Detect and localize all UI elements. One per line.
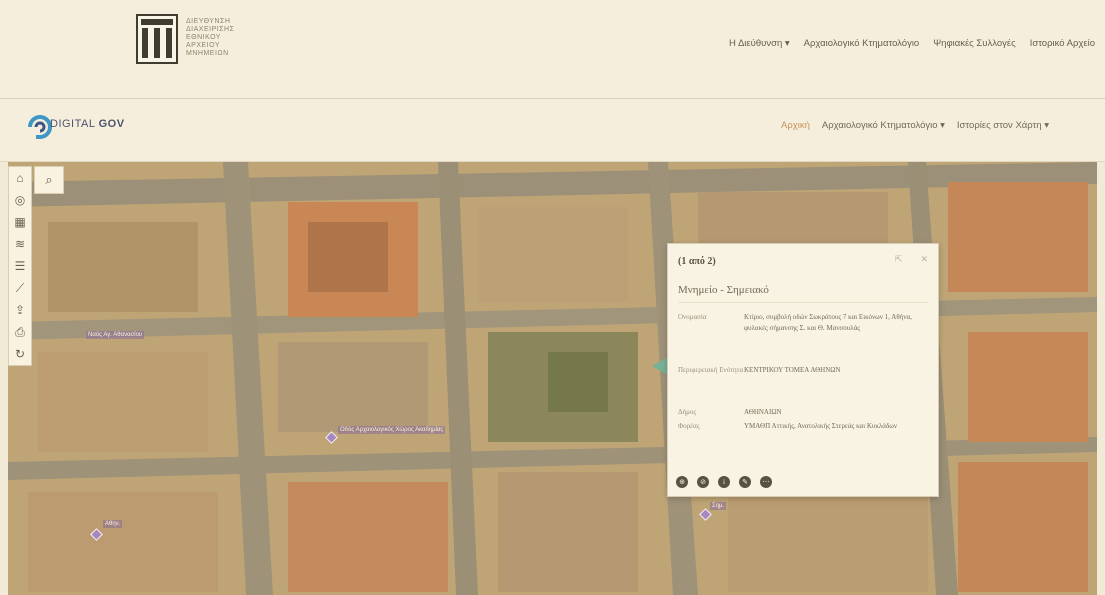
- map-label[interactable]: Οδός Αρχαιολογικός Χώρος Ακαδημίας: [338, 426, 446, 434]
- zoom-to-icon[interactable]: ⊕: [676, 476, 688, 488]
- top-header: ΔΙΕΥΘΥΝΣΗ ΔΙΑΧΕΙΡΙΣΗΣ ΕΘΝΙΚΟΥ ΑΡΧΕΙΟΥ ΜΝ…: [0, 0, 1105, 99]
- layers-icon[interactable]: ≋: [9, 233, 31, 255]
- org-name-line: ΑΡΧΕΙΟΥ: [186, 42, 221, 49]
- share-icon[interactable]: ⇪: [9, 299, 31, 321]
- dock-icon[interactable]: ⇱: [895, 254, 903, 265]
- org-name: ΔΙΕΥΘΥΝΣΗ ΔΙΑΧΕΙΡΙΣΗΣ ΕΘΝΙΚΟΥ ΑΡΧΕΙΟΥ ΜΝ…: [186, 18, 234, 58]
- nav-home[interactable]: Αρχική: [781, 120, 810, 131]
- more-options-icon[interactable]: ⋯: [760, 476, 772, 488]
- nav-cadastre[interactable]: Αρχαιολογικό Κτηματολόγιο ▾: [822, 120, 945, 131]
- close-icon[interactable]: ✕: [920, 254, 928, 265]
- attribute-key: Περιφερειακή Ενότητα: [678, 366, 744, 374]
- attribute-row: Φορέας ΥΜΑΘΠ Αττικής, Ανατολικής Στερεάς…: [678, 421, 928, 432]
- nav-digital-collections[interactable]: Ψηφιακές Συλλογές: [933, 38, 1015, 49]
- attribute-value: ΚΕΝΤΡΙΚΟΥ ΤΟΜΕΑ ΑΘΗΝΩΝ: [744, 366, 841, 374]
- attribute-key: Ονομασία: [678, 313, 707, 321]
- popup-divider: [678, 302, 928, 303]
- map-label[interactable]: Αθην.: [103, 520, 123, 528]
- nav-historical-archive[interactable]: Ιστορικό Αρχείο: [1030, 38, 1095, 49]
- popup-actions: ⊕ ⊘ i ✎ ⋯: [676, 476, 772, 488]
- popup-title: Μνημείο - Σημειακό: [678, 284, 769, 296]
- refresh-icon[interactable]: ↻: [9, 343, 31, 365]
- popup-feature-count: (1 από 2): [678, 256, 716, 267]
- locate-icon[interactable]: ◎: [9, 189, 31, 211]
- wordmark-digital: DIGITAL: [50, 118, 96, 130]
- popup-pointer: [652, 357, 668, 375]
- popup-window-tools: ⇱ ✕: [895, 254, 928, 265]
- attribute-row: Δήμος ΑΘΗΝΑΙΩΝ: [678, 407, 928, 418]
- top-nav: Η Διεύθυνση ▾ Αρχαιολογικό Κτηματολόγιο …: [729, 38, 1095, 49]
- org-name-line: ΕΘΝΙΚΟΥ: [186, 34, 221, 41]
- org-name-line: ΔΙΑΧΕΙΡΙΣΗΣ: [186, 26, 235, 33]
- ministry-logo-icon: [136, 14, 178, 64]
- link-icon[interactable]: ⊘: [697, 476, 709, 488]
- edit-pencil-icon[interactable]: ✎: [739, 476, 751, 488]
- info-icon[interactable]: i: [718, 476, 730, 488]
- attribute-row: Ονομασία Κτίριο, συμβολή οδών Σωκράτους …: [678, 312, 928, 334]
- digital-gov-wordmark: DIGITAL GOV: [50, 118, 125, 130]
- attribute-value: ΑΘΗΝΑΙΩΝ: [744, 408, 782, 416]
- nav-directorate[interactable]: Η Διεύθυνση ▾: [729, 38, 790, 49]
- print-icon[interactable]: ⎙: [9, 321, 31, 343]
- wordmark-gov: GOV: [98, 118, 125, 130]
- map-search-icon[interactable]: ⌕: [34, 166, 64, 194]
- attribute-key: Φορέας: [678, 422, 700, 430]
- nav-archaeological-cadastre[interactable]: Αρχαιολογικό Κτηματολόγιο: [804, 38, 920, 49]
- home-extent-icon[interactable]: ⌂: [9, 167, 31, 189]
- attribute-value: ΥΜΑΘΠ Αττικής, Ανατολικής Στερεάς και Κυ…: [744, 422, 898, 430]
- attribute-key: Δήμος: [678, 408, 697, 416]
- attribute-value: Κτίριο, συμβολή οδών Σωκράτους 7 και Εικ…: [744, 313, 912, 332]
- map-label[interactable]: Σημ.: [710, 502, 727, 510]
- legend-list-icon[interactable]: ☰: [9, 255, 31, 277]
- map-toolbar: ⌂ ◎ ▦ ≋ ☰ ⟋ ⇪ ⎙ ↻: [8, 166, 32, 366]
- map-label[interactable]: Ναός Αγ. Αθανασίου: [86, 331, 145, 339]
- org-name-line: ΜΝΗΜΕΙΩΝ: [186, 50, 229, 57]
- attribute-row: Περιφερειακή Ενότητα ΚΕΝΤΡΙΚΟΥ ΤΟΜΕΑ ΑΘΗ…: [678, 365, 928, 376]
- feature-popup: (1 από 2) ⇱ ✕ Μνημείο - Σημειακό Ονομασί…: [667, 243, 939, 497]
- nav-stories-on-map[interactable]: Ιστορίες στον Χάρτη ▾: [957, 120, 1049, 131]
- sub-nav: Αρχική Αρχαιολογικό Κτηματολόγιο ▾ Ιστορ…: [781, 120, 1049, 131]
- basemap-gallery-icon[interactable]: ▦: [9, 211, 31, 233]
- org-name-line: ΔΙΕΥΘΥΝΣΗ: [186, 18, 231, 25]
- measure-ruler-icon[interactable]: ⟋: [9, 277, 31, 299]
